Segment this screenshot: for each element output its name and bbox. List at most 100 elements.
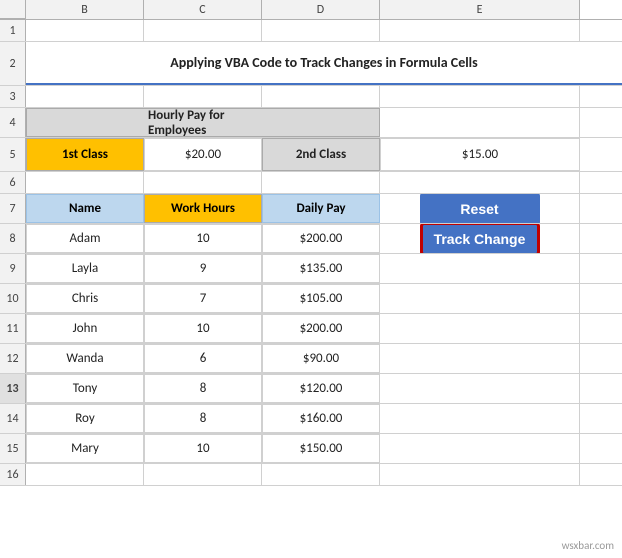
cell-12e[interactable]	[380, 344, 580, 373]
cell-6e[interactable]	[380, 172, 580, 193]
row-num-10: 10	[0, 284, 26, 313]
row-num-16: 16	[0, 464, 26, 485]
page-title: Applying VBA Code to Track Changes in Fo…	[26, 42, 622, 85]
emp-pay-3[interactable]: $200.00	[262, 314, 380, 343]
header-spacer	[0, 0, 26, 19]
emp-name-2[interactable]: Chris	[26, 284, 144, 313]
row-num-3: 3	[0, 86, 26, 107]
row-11: 11 John 10 $200.00	[0, 314, 622, 344]
row-6: 6	[0, 172, 622, 194]
cell-3d[interactable]	[262, 86, 380, 107]
class2-value[interactable]: $15.00	[380, 138, 580, 171]
reset-button-cell: Reset	[380, 194, 580, 223]
cell-9e[interactable]	[380, 254, 580, 283]
watermark: wsxbar.com	[562, 539, 614, 552]
row-num-2: 2	[0, 42, 26, 85]
row-num-11: 11	[0, 314, 26, 343]
emp-name-5[interactable]: Tony	[26, 374, 144, 403]
row-9: 9 Layla 9 $135.00	[0, 254, 622, 284]
cell-16e[interactable]	[380, 464, 580, 485]
emp-hours-0[interactable]: 10	[144, 224, 262, 253]
emp-hours-5[interactable]: 8	[144, 374, 262, 403]
cell-10e[interactable]	[380, 284, 580, 313]
row-12: 12 Wanda 6 $90.00	[0, 344, 622, 374]
class1-label[interactable]: 1st Class	[26, 138, 144, 171]
row-num-15: 15	[0, 434, 26, 463]
emp-hours-1[interactable]: 9	[144, 254, 262, 283]
emp-hours-3[interactable]: 10	[144, 314, 262, 343]
row-num-12: 12	[0, 344, 26, 373]
cell-1c[interactable]	[144, 20, 262, 41]
emp-name-0[interactable]: Adam	[26, 224, 144, 253]
cell-16b[interactable]	[26, 464, 144, 485]
col-header-d: D	[262, 0, 380, 19]
cell-3e[interactable]	[380, 86, 580, 107]
emp-col2-header: Work Hours	[144, 194, 262, 223]
row-2: 2 Applying VBA Code to Track Changes in …	[0, 42, 622, 86]
emp-pay-2[interactable]: $105.00	[262, 284, 380, 313]
emp-pay-1[interactable]: $135.00	[262, 254, 380, 283]
emp-col3-header: Daily Pay	[262, 194, 380, 223]
emp-name-7[interactable]: Mary	[26, 434, 144, 463]
track-change-button[interactable]: Track Change	[420, 224, 540, 253]
class1-value[interactable]: $20.00	[144, 138, 262, 171]
col-header-b: B	[26, 0, 144, 19]
row-8: 8 Adam 10 $200.00 Track Change	[0, 224, 622, 254]
emp-name-3[interactable]: John	[26, 314, 144, 343]
cell-3c[interactable]	[144, 86, 262, 107]
emp-hours-2[interactable]: 7	[144, 284, 262, 313]
emp-name-1[interactable]: Layla	[26, 254, 144, 283]
row-num-4: 4	[0, 108, 26, 137]
cell-1d[interactable]	[262, 20, 380, 41]
row-10: 10 Chris 7 $105.00	[0, 284, 622, 314]
emp-hours-6[interactable]: 8	[144, 404, 262, 433]
cell-4d[interactable]	[262, 108, 380, 137]
cell-15e[interactable]	[380, 434, 580, 463]
row-num-9: 9	[0, 254, 26, 283]
class2-label[interactable]: 2nd Class	[262, 138, 380, 171]
cell-4b[interactable]	[26, 108, 144, 137]
col-header-c: C	[144, 0, 262, 19]
row-num-6: 6	[0, 172, 26, 193]
cell-6c[interactable]	[144, 172, 262, 193]
emp-name-4[interactable]: Wanda	[26, 344, 144, 373]
row-7: 7 Name Work Hours Daily Pay Reset	[0, 194, 622, 224]
cell-1e[interactable]	[380, 20, 580, 41]
column-headers: B C D E	[0, 0, 622, 20]
cell-6b[interactable]	[26, 172, 144, 193]
row-num-5: 5	[0, 138, 26, 171]
cell-1b[interactable]	[26, 20, 144, 41]
row-3: 3	[0, 86, 622, 108]
emp-pay-7[interactable]: $150.00	[262, 434, 380, 463]
cell-16d[interactable]	[262, 464, 380, 485]
reset-button[interactable]: Reset	[420, 194, 540, 223]
cell-14e[interactable]	[380, 404, 580, 433]
row-num-7: 7	[0, 194, 26, 223]
cell-3b[interactable]	[26, 86, 144, 107]
track-button-cell: Track Change	[380, 224, 580, 253]
row-5: 5 1st Class $20.00 2nd Class $15.00	[0, 138, 622, 172]
sheet-body: 1 2 Applying VBA Code to Track Changes i…	[0, 20, 622, 558]
emp-pay-5[interactable]: $120.00	[262, 374, 380, 403]
cell-4e[interactable]	[380, 108, 580, 137]
row-16: 16	[0, 464, 622, 486]
emp-hours-4[interactable]: 6	[144, 344, 262, 373]
row-14: 14 Roy 8 $160.00	[0, 404, 622, 434]
row-1: 1	[0, 20, 622, 42]
emp-name-6[interactable]: Roy	[26, 404, 144, 433]
row-num-14: 14	[0, 404, 26, 433]
emp-col1-header: Name	[26, 194, 144, 223]
cell-16c[interactable]	[144, 464, 262, 485]
row-4: 4 Hourly Pay for Employees	[0, 108, 622, 138]
emp-pay-6[interactable]: $160.00	[262, 404, 380, 433]
emp-pay-0[interactable]: $200.00	[262, 224, 380, 253]
cell-11e[interactable]	[380, 314, 580, 343]
row-15: 15 Mary 10 $150.00	[0, 434, 622, 464]
row-num-8: 8	[0, 224, 26, 253]
emp-hours-7[interactable]: 10	[144, 434, 262, 463]
cell-6d[interactable]	[262, 172, 380, 193]
row-13: 13 Tony 8 $120.00	[0, 374, 622, 404]
cell-13e[interactable]	[380, 374, 580, 403]
hourly-pay-header: Hourly Pay for Employees	[144, 108, 262, 137]
emp-pay-4[interactable]: $90.00	[262, 344, 380, 373]
